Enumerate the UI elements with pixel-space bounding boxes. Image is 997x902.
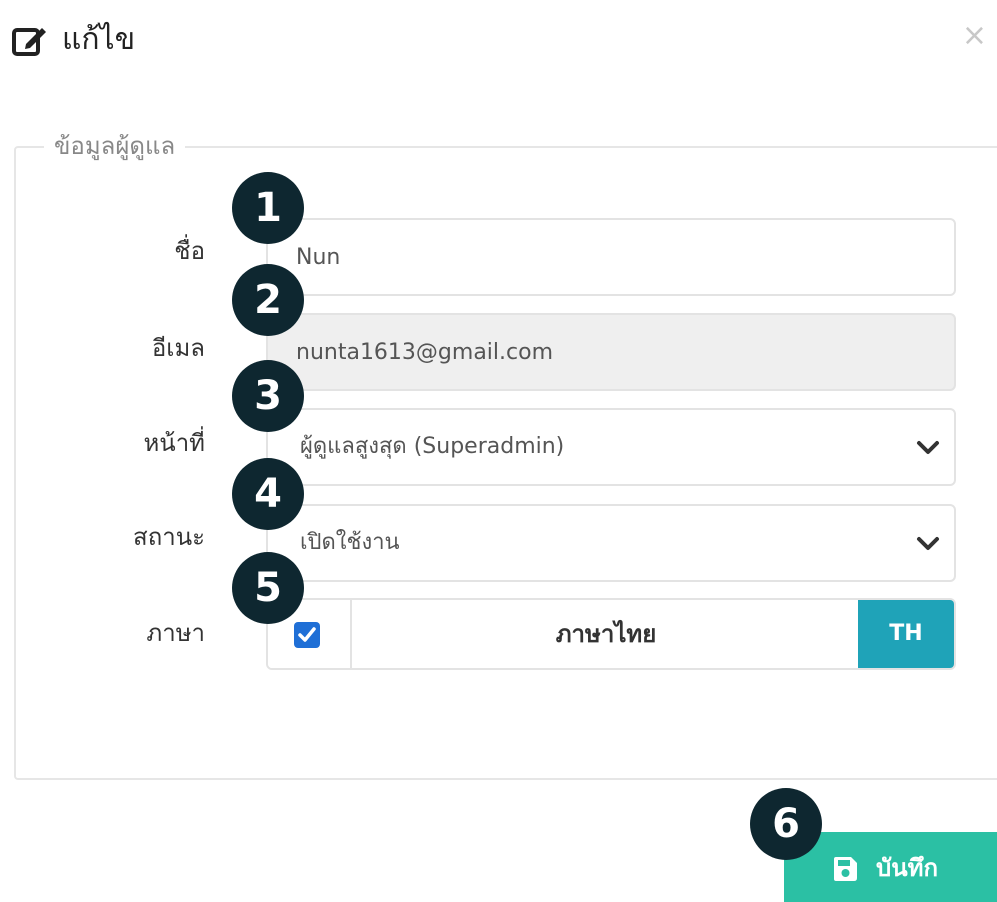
- step-badge-3: 3: [232, 360, 304, 432]
- chevron-down-icon: [917, 537, 939, 550]
- status-label: สถานะ: [133, 523, 205, 551]
- step-badge-2: 2: [232, 264, 304, 336]
- language-code-badge: TH: [858, 600, 954, 668]
- name-input[interactable]: [266, 218, 956, 296]
- role-select-value: ผู้ดูแลสูงสุด (Superadmin): [300, 434, 565, 459]
- language-label: ภาษา: [146, 619, 205, 647]
- language-row: ภาษาไทย TH: [266, 598, 956, 670]
- close-icon[interactable]: ×: [962, 18, 987, 54]
- edit-icon: [12, 28, 46, 56]
- status-select[interactable]: เปิดใช้งาน: [266, 504, 956, 582]
- save-button-label: บันทึก: [876, 854, 938, 882]
- email-label: อีเมล: [151, 334, 205, 362]
- language-name: ภาษาไทย: [555, 620, 657, 648]
- role-label: หน้าที่: [143, 429, 205, 457]
- language-checkbox[interactable]: [294, 622, 320, 648]
- name-label: ชื่อ: [174, 237, 205, 265]
- step-badge-1: 1: [232, 172, 304, 244]
- step-badge-5: 5: [232, 552, 304, 624]
- section-legend: ข้อมูลผู้ดูแล: [44, 128, 186, 164]
- check-icon: [298, 627, 316, 642]
- role-select[interactable]: ผู้ดูแลสูงสุด (Superadmin): [266, 408, 956, 486]
- chevron-down-icon: [917, 441, 939, 454]
- modal-title: แก้ไข: [62, 22, 136, 57]
- step-badge-6: 6: [750, 788, 822, 860]
- modal-header: แก้ไข ×: [0, 0, 997, 80]
- step-badge-4: 4: [232, 458, 304, 530]
- save-icon: [834, 857, 857, 881]
- status-select-value: เปิดใช้งาน: [300, 530, 400, 555]
- email-input[interactable]: [266, 313, 956, 391]
